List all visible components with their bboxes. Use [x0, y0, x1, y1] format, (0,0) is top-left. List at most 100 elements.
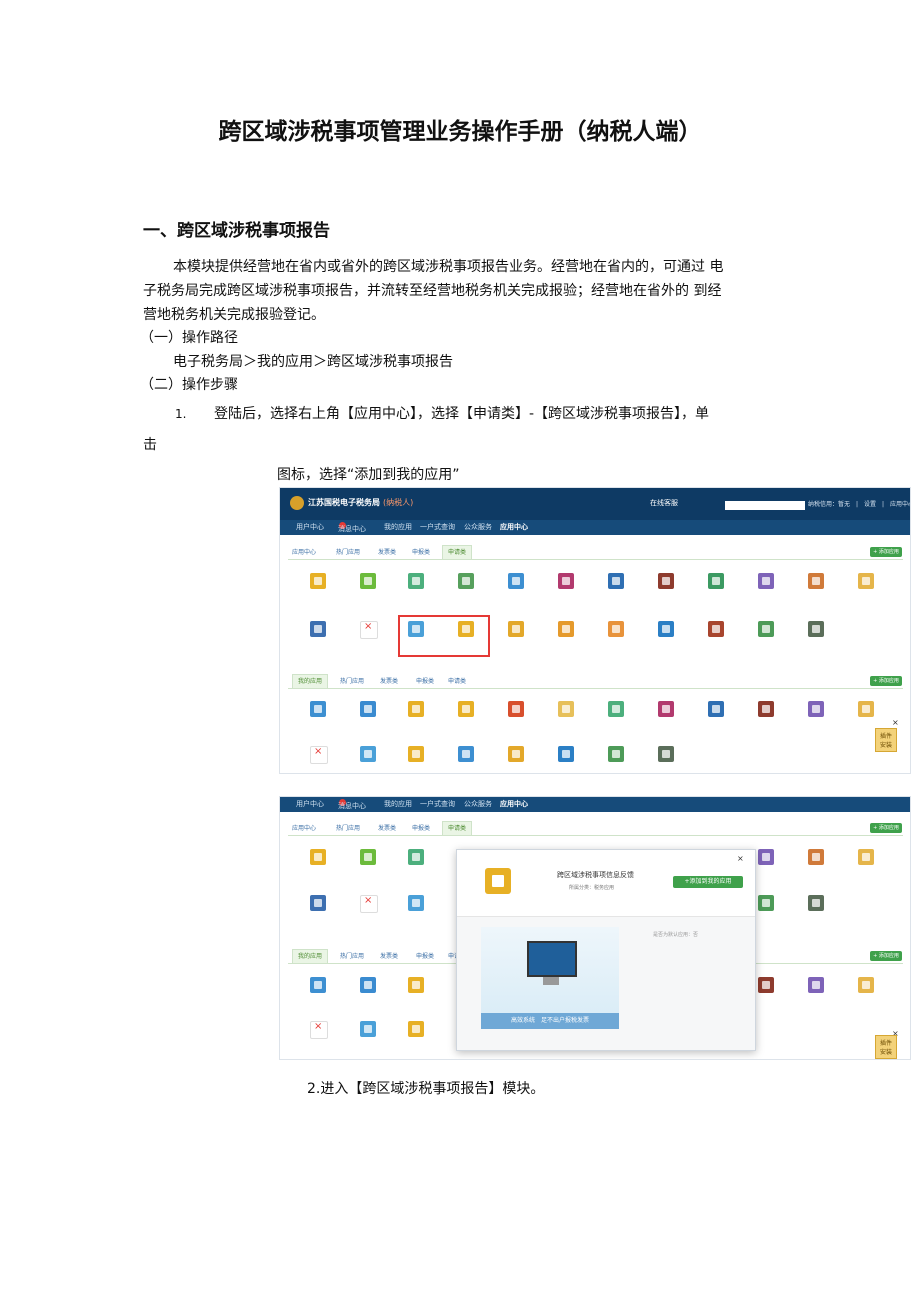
header-links[interactable]: 纳税信用：暂无 | 设置 | 应用中心 | 退出 — [808, 499, 910, 508]
app-icon[interactable] — [658, 746, 674, 762]
app-icon[interactable] — [808, 895, 824, 911]
app-icon[interactable] — [458, 746, 474, 762]
app-icon[interactable] — [758, 977, 774, 993]
tab-invoice[interactable]: 发票类 — [378, 547, 396, 556]
nav-message-center[interactable]: 消息中心 — [338, 522, 366, 533]
app-icon[interactable] — [360, 701, 376, 717]
app-icon[interactable] — [758, 621, 774, 637]
nav-user-center[interactable]: 用户中心 — [296, 799, 324, 809]
nav-my-apps[interactable]: 我的应用 — [384, 522, 412, 532]
app-icon[interactable] — [408, 849, 424, 865]
app-icon[interactable] — [360, 746, 376, 762]
tab-hot-apps[interactable]: 热门应用 — [340, 676, 364, 685]
app-icon[interactable] — [408, 573, 424, 589]
app-icon[interactable] — [708, 701, 724, 717]
app-icon[interactable] — [310, 701, 326, 717]
app-icon[interactable] — [408, 1021, 424, 1037]
app-icon[interactable] — [658, 621, 674, 637]
app-icon[interactable] — [310, 895, 326, 911]
tab-application[interactable]: 申请类 — [442, 545, 473, 560]
tab-invoice[interactable]: 发票类 — [380, 676, 398, 685]
app-icon[interactable] — [508, 701, 524, 717]
nav-public-service[interactable]: 公众服务 — [464, 522, 492, 532]
app-icon[interactable] — [858, 849, 874, 865]
app-icon[interactable] — [858, 977, 874, 993]
tab-application[interactable]: 申请类 — [442, 821, 473, 836]
app-icon[interactable] — [808, 849, 824, 865]
app-icon[interactable] — [758, 849, 774, 865]
app-icon[interactable] — [360, 573, 376, 589]
app-icon[interactable] — [658, 701, 674, 717]
nav-my-apps[interactable]: 我的应用 — [384, 799, 412, 809]
tab-invoice[interactable]: 发票类 — [378, 823, 396, 832]
app-icon[interactable] — [558, 573, 574, 589]
tab-invoice[interactable]: 发票类 — [380, 951, 398, 960]
tab-declaration[interactable]: 申报类 — [412, 823, 430, 832]
app-icon[interactable] — [808, 621, 824, 637]
tab-hot-apps[interactable]: 热门应用 — [336, 823, 360, 832]
app-icon[interactable] — [508, 746, 524, 762]
tab-my-apps[interactable]: 我的应用 — [292, 674, 329, 689]
app-icon[interactable] — [608, 573, 624, 589]
app-icon[interactable] — [408, 746, 424, 762]
online-service-link[interactable]: 在线客服 — [650, 498, 678, 508]
tab-application[interactable]: 申请类 — [448, 676, 466, 685]
app-icon[interactable] — [310, 849, 326, 865]
tab-declaration[interactable]: 申报类 — [412, 547, 430, 556]
app-icon[interactable] — [310, 573, 326, 589]
broken-image-icon[interactable] — [360, 621, 378, 639]
app-icon[interactable] — [608, 621, 624, 637]
add-app-button[interactable]: + 添加应用 — [870, 951, 902, 961]
app-icon[interactable] — [508, 573, 524, 589]
app-icon[interactable] — [558, 746, 574, 762]
app-icon[interactable] — [458, 573, 474, 589]
app-icon[interactable] — [808, 977, 824, 993]
add-app-button[interactable]: + 添加应用 — [870, 676, 902, 686]
app-icon[interactable] — [310, 977, 326, 993]
app-icon[interactable] — [360, 977, 376, 993]
plugin-install-button[interactable]: 插件 安装 — [875, 728, 897, 752]
app-icon[interactable] — [310, 621, 326, 637]
add-to-my-apps-button[interactable]: +添加到我的应用 — [673, 876, 743, 888]
nav-app-center[interactable]: 应用中心 — [500, 522, 528, 532]
broken-image-icon[interactable] — [310, 746, 328, 764]
app-icon[interactable] — [758, 573, 774, 589]
app-icon[interactable] — [708, 621, 724, 637]
nav-one-stop-query[interactable]: 一户式查询 — [420, 522, 455, 532]
nav-one-stop-query[interactable]: 一户式查询 — [420, 799, 455, 809]
app-icon[interactable] — [758, 701, 774, 717]
app-icon[interactable] — [558, 621, 574, 637]
broken-image-icon[interactable] — [360, 895, 378, 913]
app-icon[interactable] — [508, 621, 524, 637]
app-icon[interactable] — [708, 573, 724, 589]
tab-hot-apps[interactable]: 热门应用 — [336, 547, 360, 556]
app-icon[interactable] — [858, 573, 874, 589]
app-icon[interactable] — [360, 1021, 376, 1037]
app-icon[interactable] — [408, 895, 424, 911]
app-icon[interactable] — [608, 746, 624, 762]
dialog-close-icon[interactable]: × — [737, 854, 744, 863]
tab-declaration[interactable]: 申报类 — [416, 676, 434, 685]
tab-my-apps[interactable]: 我的应用 — [292, 949, 329, 964]
app-icon[interactable] — [858, 701, 874, 717]
app-icon[interactable] — [758, 895, 774, 911]
app-icon[interactable] — [408, 701, 424, 717]
app-icon[interactable] — [808, 701, 824, 717]
app-icon[interactable] — [558, 701, 574, 717]
app-icon[interactable] — [360, 849, 376, 865]
nav-app-center[interactable]: 应用中心 — [500, 799, 528, 809]
nav-user-center[interactable]: 用户中心 — [296, 522, 324, 532]
tab-app-center[interactable]: 应用中心 — [292, 823, 316, 832]
plugin-install-button[interactable]: 插件 安装 — [875, 1035, 897, 1059]
app-icon[interactable] — [658, 573, 674, 589]
tab-declaration[interactable]: 申报类 — [416, 951, 434, 960]
close-icon[interactable]: × — [892, 718, 899, 727]
nav-public-service[interactable]: 公众服务 — [464, 799, 492, 809]
add-app-button[interactable]: + 添加应用 — [870, 823, 902, 833]
nav-message-center[interactable]: 消息中心 — [338, 799, 366, 810]
app-icon[interactable] — [608, 701, 624, 717]
broken-image-icon[interactable] — [310, 1021, 328, 1039]
add-app-button[interactable]: + 添加应用 — [870, 547, 902, 557]
tab-hot-apps[interactable]: 热门应用 — [340, 951, 364, 960]
app-icon[interactable] — [808, 573, 824, 589]
